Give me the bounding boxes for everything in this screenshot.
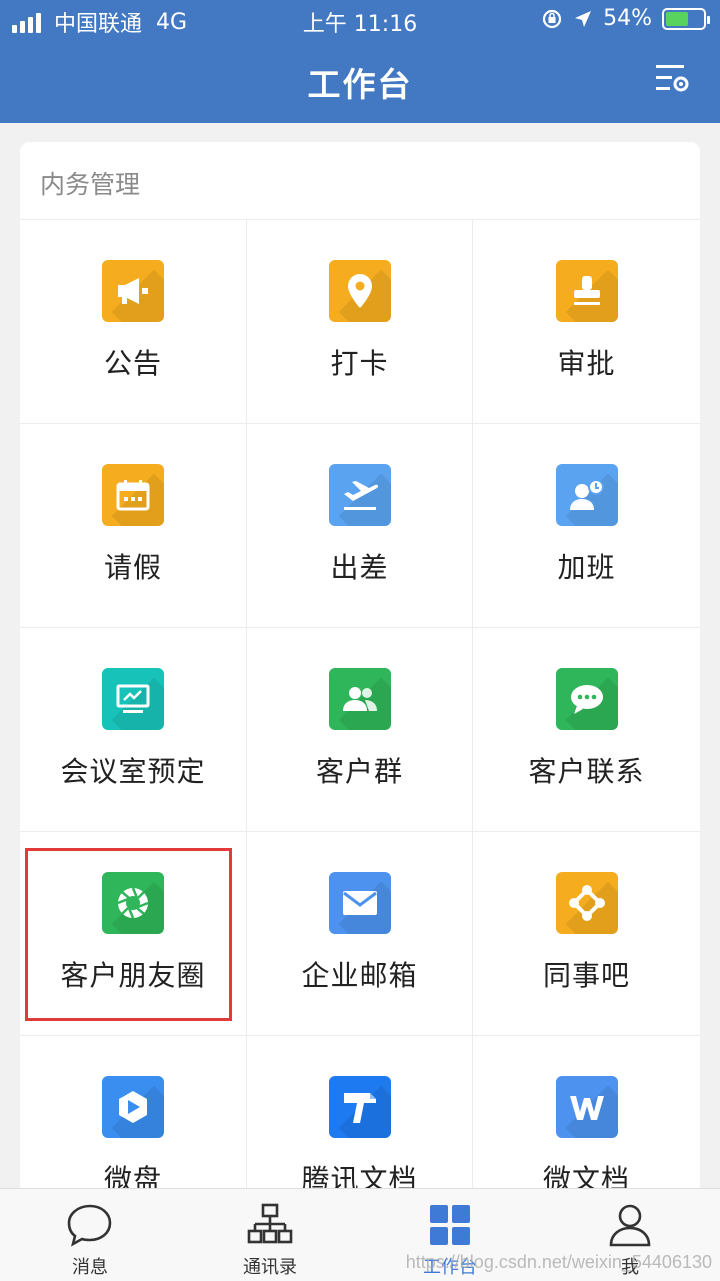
header-bar: 中国联通 4G 上午 11:16 54% 工作台 [0, 0, 720, 123]
customer-group-icon [328, 668, 391, 730]
app-item-enterprise-mail[interactable]: 企业邮箱 [247, 832, 473, 1036]
app-label: 客户群 [315, 755, 403, 788]
rotation-lock-icon [542, 9, 562, 28]
app-item-leave[interactable]: 请假 [20, 424, 247, 628]
app-label: 打卡 [330, 347, 389, 380]
app-item-overtime[interactable]: 加班 [473, 424, 700, 628]
battery-icon [662, 7, 710, 30]
app-label: 企业邮箱 [301, 959, 418, 992]
app-grid: 公告 打卡 审批 请假 出差 加班 会议室预定 客户群 客户联系 客户朋友圈 企… [20, 220, 700, 1188]
app-item-business-trip[interactable]: 出差 [247, 424, 473, 628]
app-label: 腾讯文档 [301, 1163, 418, 1188]
word-doc-icon [555, 1076, 618, 1138]
drive-icon [102, 1076, 164, 1138]
location-pin-icon [328, 260, 391, 322]
airplane-icon [328, 464, 391, 526]
app-item-micro-doc[interactable]: 微文档 [473, 1036, 700, 1188]
overtime-user-icon [555, 464, 618, 526]
workbench-card: 内务管理 公告 打卡 审批 请假 出差 加班 会议室预定 客户群 客户联系 客户… [20, 142, 700, 1188]
watermark: https://blog.csdn.net/weixin_54406130 [405, 1252, 712, 1272]
status-right: 54% [531, 6, 710, 31]
chat-icon [67, 1204, 112, 1247]
aperture-icon [102, 872, 164, 934]
app-item-micro-disk[interactable]: 微盘 [20, 1036, 247, 1188]
page-title: 工作台 [307, 65, 413, 104]
app-label: 审批 [557, 347, 616, 380]
app-label: 加班 [557, 551, 616, 584]
app-item-clock-in[interactable]: 打卡 [247, 220, 473, 424]
app-label: 微文档 [542, 1163, 630, 1188]
megaphone-icon [102, 260, 164, 322]
app-label: 微盘 [103, 1163, 162, 1188]
section-title: 内务管理 [20, 142, 700, 220]
app-item-meeting-room[interactable]: 会议室预定 [20, 628, 247, 832]
app-item-customer-contact[interactable]: 客户联系 [473, 628, 700, 832]
app-label: 出差 [330, 551, 389, 584]
status-bar: 中国联通 4G 上午 11:16 54% [0, 0, 720, 40]
org-chart-icon [247, 1203, 293, 1244]
meeting-screen-icon [102, 668, 164, 730]
app-item-colleague-forum[interactable]: 同事吧 [473, 832, 700, 1036]
stamp-icon [555, 260, 618, 322]
battery-percent: 54% [603, 6, 652, 31]
grid-icon [430, 1205, 470, 1245]
app-item-customer-moments[interactable]: 客户朋友圈 [20, 832, 247, 1036]
person-icon [609, 1204, 651, 1247]
app-item-tencent-docs[interactable]: 腾讯文档 [247, 1036, 473, 1188]
tab-contacts[interactable]: 通讯录 [180, 1189, 360, 1281]
app-item-customer-group[interactable]: 客户群 [247, 628, 473, 832]
tencent-docs-icon [328, 1076, 391, 1138]
tab-label: 消息 [72, 1257, 108, 1278]
app-label: 客户联系 [528, 755, 645, 788]
app-label: 会议室预定 [60, 755, 206, 788]
calendar-icon [102, 464, 164, 526]
settings-list-icon[interactable] [654, 62, 690, 96]
app-item-approval[interactable]: 审批 [473, 220, 700, 424]
app-item-announcement[interactable]: 公告 [20, 220, 247, 424]
mail-icon [328, 872, 391, 934]
app-label: 请假 [103, 551, 162, 584]
tab-messages[interactable]: 消息 [0, 1189, 180, 1281]
network-nodes-icon [555, 872, 618, 934]
location-arrow-icon [575, 10, 592, 27]
app-label: 客户朋友圈 [60, 959, 206, 992]
app-label: 同事吧 [542, 959, 630, 992]
tab-label: 通讯录 [243, 1257, 297, 1278]
app-label: 公告 [103, 347, 162, 380]
chat-bubble-icon [555, 668, 618, 730]
